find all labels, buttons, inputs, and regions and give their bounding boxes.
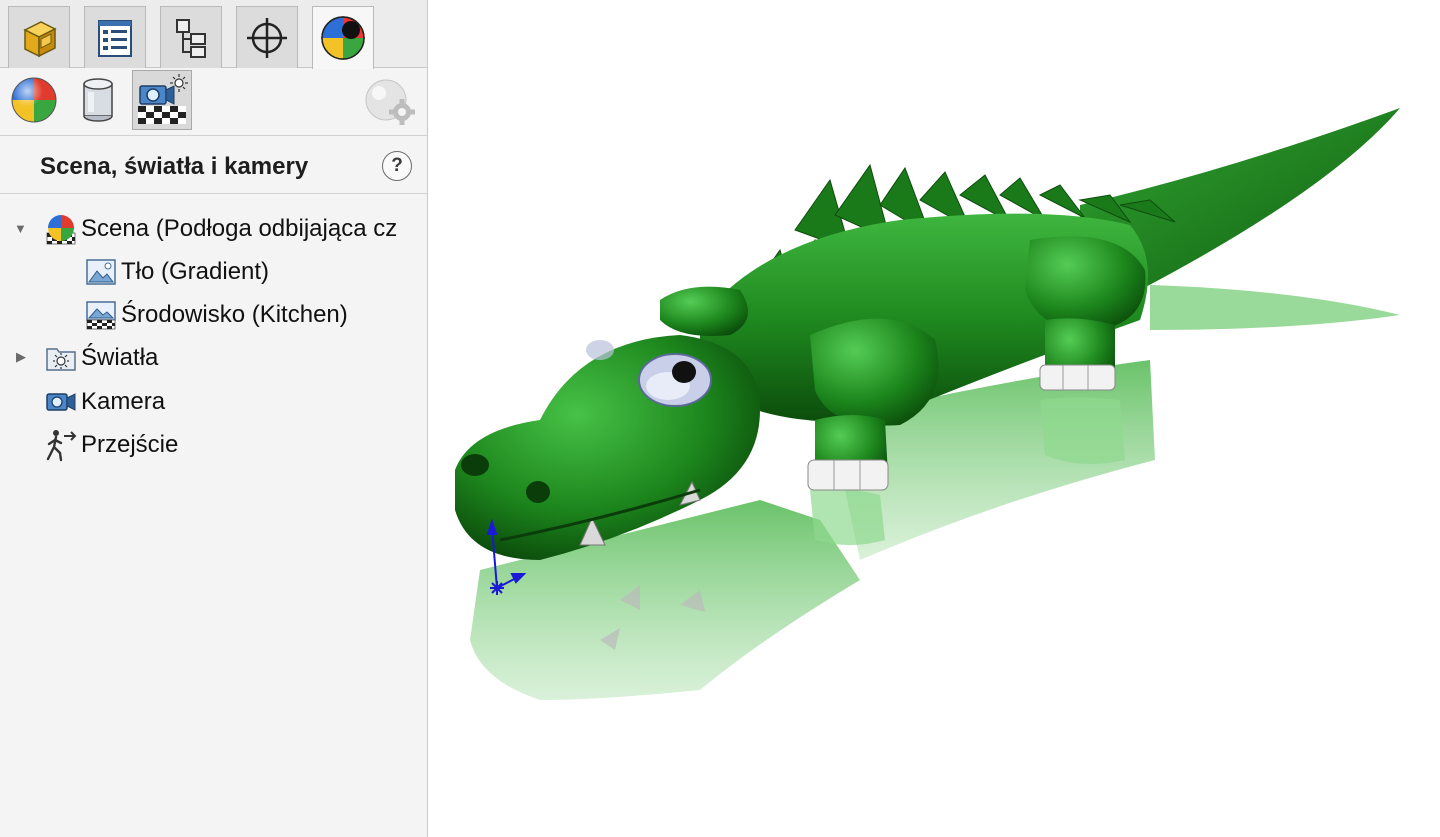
- tree-item-label: Przejście: [81, 431, 179, 458]
- tree-item-walkthrough[interactable]: Przejście: [44, 427, 178, 463]
- tab-display-manager[interactable]: [312, 6, 374, 69]
- configuration-manager-icon: [176, 18, 206, 58]
- appearance-ball-icon: [11, 77, 57, 123]
- tab-property-manager[interactable]: [84, 6, 146, 68]
- crocodile-model[interactable]: [429, 0, 1440, 837]
- background-image-icon: [84, 256, 118, 288]
- crosshair-icon: [247, 17, 287, 58]
- manager-tabs: [0, 0, 427, 69]
- scene-camera-icon: [138, 74, 188, 124]
- panel-title: Scena, światła i kamery: [40, 153, 309, 180]
- environment-image-icon: [84, 299, 118, 331]
- subtab-appearances[interactable]: [4, 70, 64, 130]
- tree-item-background[interactable]: Tło (Gradient): [84, 254, 269, 290]
- tree-item-label: Kamera: [81, 388, 166, 415]
- tree-item-label: Środowisko (Kitchen): [121, 301, 348, 328]
- decal-cylinder-icon: [83, 78, 113, 122]
- walkthrough-icon: [44, 429, 78, 462]
- expand-arrow-icon[interactable]: ▶: [16, 349, 26, 365]
- display-subtabs: [0, 68, 427, 136]
- tree-item-camera[interactable]: Kamera: [44, 384, 165, 420]
- tree-item-environment[interactable]: Środowisko (Kitchen): [84, 297, 348, 333]
- render-settings-icon: [362, 76, 420, 133]
- collapse-arrow-icon[interactable]: ▼: [14, 221, 27, 236]
- appearance-ball-icon: [321, 16, 365, 60]
- help-icon[interactable]: ?: [382, 151, 412, 181]
- part-icon: [23, 20, 57, 57]
- tree-item-lights[interactable]: Światła: [44, 340, 158, 376]
- tree-item-label: Światła: [81, 344, 159, 371]
- tree-item-label: Tło (Gradient): [121, 258, 270, 285]
- panel-header: Scena, światła i kamery: [0, 137, 427, 194]
- scene-icon: [44, 213, 78, 245]
- tree-item-label: Scena (Podłoga odbijająca cz: [81, 215, 398, 242]
- lights-folder-icon: [44, 342, 78, 374]
- scene-panel: Scena, światła i kamery ? ▼ Scena (Podło…: [0, 0, 428, 837]
- subtab-decals[interactable]: [68, 70, 128, 130]
- graphics-viewport[interactable]: [429, 0, 1440, 837]
- subtab-scene-lights-cameras[interactable]: [132, 70, 192, 130]
- tab-part[interactable]: [8, 6, 70, 68]
- camera-icon: [44, 386, 78, 418]
- property-manager-icon: [98, 19, 132, 57]
- tab-configuration-manager[interactable]: [160, 6, 222, 68]
- tree-item-scene[interactable]: Scena (Podłoga odbijająca cz: [44, 211, 397, 247]
- tab-dimxpert[interactable]: [236, 6, 298, 68]
